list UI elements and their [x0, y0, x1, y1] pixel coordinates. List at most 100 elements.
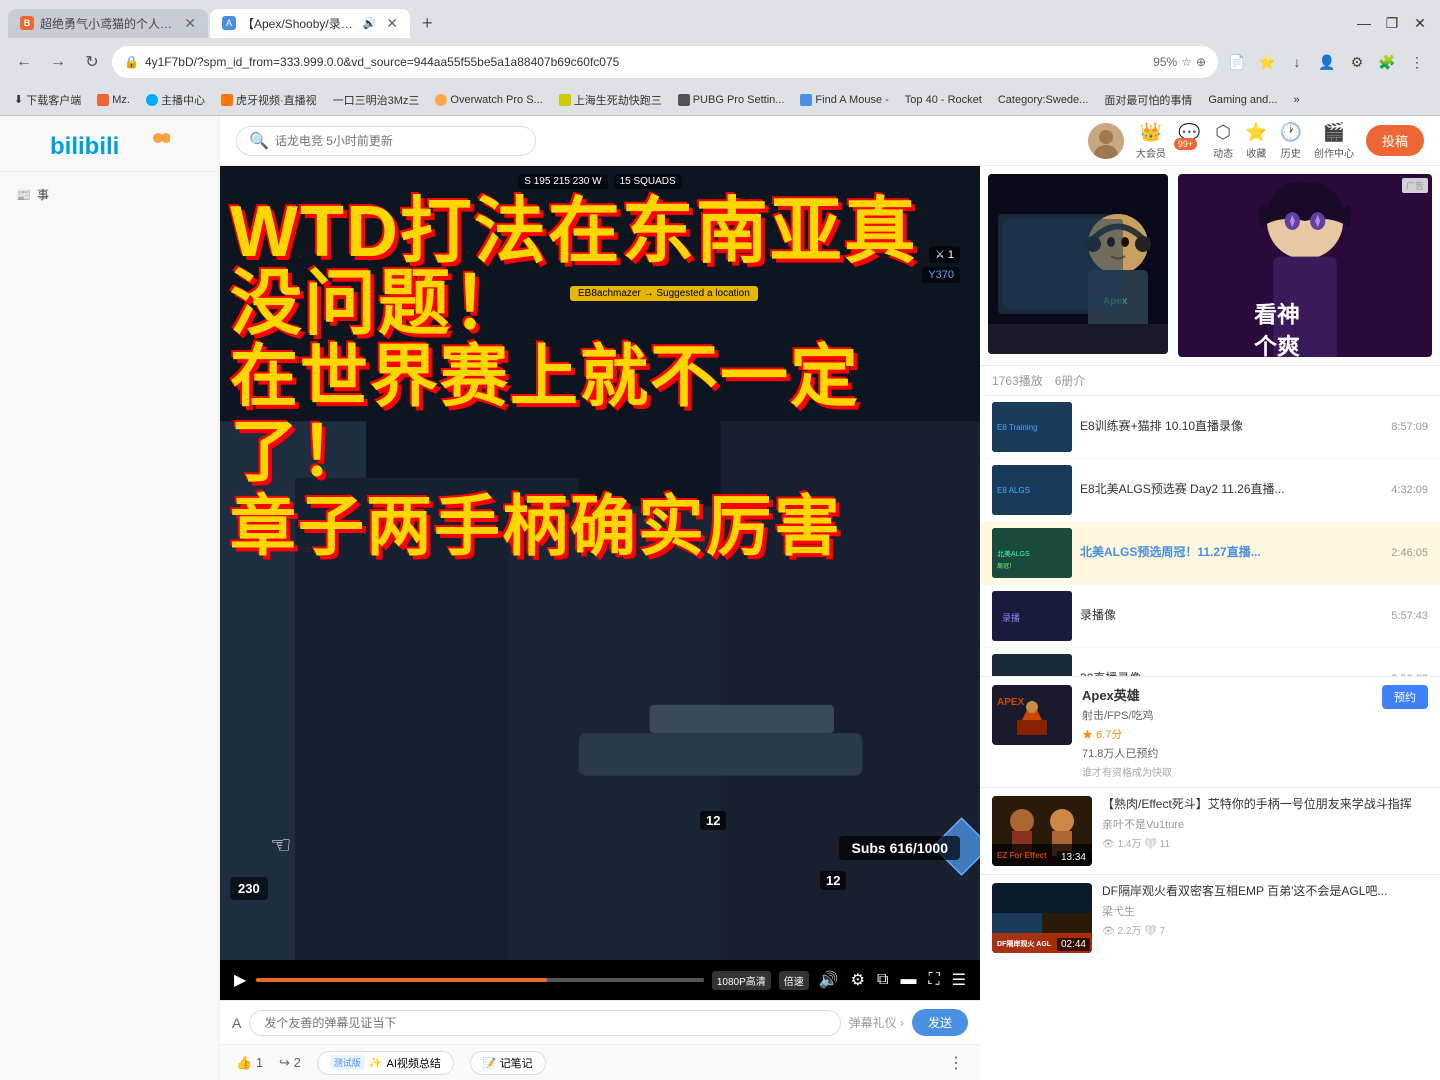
- apex-book-button[interactable]: 预约: [1382, 685, 1428, 709]
- bookmark-pubg[interactable]: PUBG Pro Settin...: [672, 92, 791, 108]
- sidebar-item-news[interactable]: 📰 事: [8, 180, 211, 209]
- settings-button-2[interactable]: ☰: [950, 968, 968, 992]
- bookmark-findmouse[interactable]: Find A Mouse -: [794, 92, 894, 108]
- bookmarks-overflow[interactable]: »: [1287, 92, 1305, 108]
- action-create[interactable]: 🎬 创作中心: [1314, 122, 1354, 160]
- theater-button[interactable]: ▬: [898, 969, 918, 991]
- df-info: DF隔岸观火看双密客互相EMP 百弟'这不会是AGL吧... 梁弋生 👁 2.2…: [1102, 883, 1428, 953]
- playlist-title-1: E8训练赛+猫排 10.10直播录像: [1080, 419, 1383, 435]
- bookmark-scary[interactable]: 面对最可怕的事情: [1098, 90, 1198, 110]
- bookmark-category[interactable]: Category:Swede...: [992, 92, 1095, 108]
- download-client-btn[interactable]: ⬇ 下载客户端: [8, 90, 87, 110]
- tab-close-2[interactable]: ✕: [386, 15, 398, 32]
- speed-badge[interactable]: 倍速: [779, 971, 809, 990]
- new-tab-button[interactable]: +: [412, 9, 443, 38]
- quality-badge[interactable]: 1080P高清: [712, 971, 771, 990]
- tab-close-1[interactable]: ✕: [184, 15, 196, 32]
- more-button[interactable]: ⋮: [948, 1053, 964, 1073]
- send-button[interactable]: 发送: [912, 1009, 968, 1036]
- maximize-button[interactable]: ❐: [1380, 11, 1404, 35]
- bookmark-studio[interactable]: 主播中心: [140, 90, 211, 110]
- bookmark-label-12: Gaming and...: [1208, 94, 1277, 106]
- share-button[interactable]: ↪ 2: [279, 1055, 301, 1071]
- df-author: 梁弋生: [1102, 903, 1428, 919]
- action-history[interactable]: 🕐 历史: [1280, 122, 1302, 160]
- play-button[interactable]: ▶: [232, 968, 248, 992]
- bookmark-icon[interactable]: ☆: [1181, 55, 1192, 69]
- close-button[interactable]: ✕: [1408, 11, 1432, 35]
- playlist-title-2: E8北美ALGS预选赛 Day2 11.26直播...: [1080, 482, 1383, 498]
- bookmark-sandwich[interactable]: 一口三明治3Mz三: [327, 90, 426, 110]
- search-input[interactable]: [275, 134, 523, 148]
- svg-text:周冠！: 周冠！: [997, 563, 1015, 570]
- bookmark-favicon-7: [678, 94, 690, 106]
- playlist-item-5[interactable]: 30直播 30直播录像 8:59:03: [980, 648, 1440, 676]
- translate-icon[interactable]: ⊕: [1196, 55, 1206, 69]
- favorites-icon[interactable]: ⭐: [1254, 49, 1280, 75]
- notes-button[interactable]: 📝 记笔记: [470, 1051, 546, 1075]
- extensions-icon[interactable]: 🧩: [1374, 49, 1400, 75]
- action-messages[interactable]: 💬 99+: [1178, 123, 1201, 158]
- tab-inactive[interactable]: B 超绝勇气小鸢猫的个人空间-超绝勇气小鸢 ✕: [8, 9, 208, 38]
- action-vip[interactable]: 👑 大会员: [1136, 122, 1166, 160]
- back-button[interactable]: ←: [10, 48, 38, 76]
- forward-button[interactable]: →: [44, 48, 72, 76]
- playlist-item-3[interactable]: 北美ALGS周冠！ 北美ALGS预选周冠！11.27直播... 2:46:05: [980, 522, 1440, 585]
- video-controls: ▶ 1080P高清 倍速 🔊 ⚙ ⧉ ▬ ⛶ ☰: [220, 960, 980, 1000]
- text-format-icon[interactable]: A: [232, 1015, 241, 1031]
- effect-author: 亲叶不是Vu1ture: [1102, 816, 1428, 832]
- effect-video-item[interactable]: EZ For Effect 13:34 【熟肉/Effect死斗】艾特你的手柄一…: [980, 787, 1440, 874]
- settings-button[interactable]: ⚙: [849, 968, 867, 992]
- browser-window: B 超绝勇气小鸢猫的个人空间-超绝勇气小鸢 ✕ A 【Apex/Shooby/录…: [0, 0, 1440, 116]
- ai-beta-badge: 测试版: [330, 1055, 365, 1070]
- action-favorites[interactable]: ⭐ 收藏: [1245, 122, 1267, 160]
- download-label: 下载客户端: [26, 92, 81, 108]
- search-box[interactable]: 🔍: [236, 126, 536, 156]
- avatar[interactable]: [1088, 123, 1124, 159]
- profile-icon[interactable]: 👤: [1314, 49, 1340, 75]
- search-icon: 🔍: [249, 131, 269, 151]
- main-content: bilibili 📰 事 🔍: [0, 116, 1440, 1080]
- apex-info: Apex英雄 射击/FPS/吃鸡 ★ 6.7分 71.8万人已预约 谁才有资格成…: [1082, 685, 1372, 779]
- playlist-item-1[interactable]: E8 Training E8训练赛+猫排 10.10直播录像 8:57:09: [980, 396, 1440, 459]
- progress-bar[interactable]: [256, 978, 704, 982]
- bookmark-mz[interactable]: Mz.: [91, 92, 136, 108]
- bookmark-huya[interactable]: 虎牙视频·直播视: [215, 90, 323, 110]
- refresh-button[interactable]: ↻: [78, 48, 106, 76]
- gift-label[interactable]: 弹幕礼仪 ›: [849, 1014, 904, 1031]
- badge: 99+: [1174, 138, 1197, 150]
- dynamic-icon: ⬡: [1215, 122, 1231, 143]
- comment-input[interactable]: [249, 1010, 840, 1036]
- bookmark-label-6: 上海生死劫快跑三: [574, 92, 662, 108]
- minimize-button[interactable]: —: [1352, 11, 1376, 35]
- pdf-icon[interactable]: 📄: [1224, 49, 1250, 75]
- action-dynamic[interactable]: ⬡ 动态: [1213, 122, 1233, 160]
- bookmark-top40[interactable]: Top 40 - Rocket: [899, 92, 988, 108]
- menu-icon[interactable]: ⋮: [1404, 49, 1430, 75]
- settings-icon[interactable]: ⚙: [1344, 49, 1370, 75]
- ai-summary-button[interactable]: 测试版 ✨ AI视频总结: [317, 1051, 454, 1075]
- playlist: E8 Training E8训练赛+猫排 10.10直播录像 8:57:09 E…: [980, 396, 1440, 676]
- volume-button[interactable]: 🔊: [817, 968, 841, 992]
- bookmark-gaming[interactable]: Gaming and...: [1202, 92, 1283, 108]
- playlist-info-3: 北美ALGS预选周冠！11.27直播...: [1080, 545, 1383, 561]
- like-button[interactable]: 👍 1: [236, 1055, 263, 1071]
- fullscreen-button[interactable]: ⛶: [926, 969, 941, 991]
- vote-button[interactable]: 投稿: [1366, 125, 1424, 156]
- playlist-item-2[interactable]: E8 ALGS E8北美ALGS预选赛 Day2 11.26直播... 4:32…: [980, 459, 1440, 522]
- playlist-item-4[interactable]: 录播 录播像 5:57:43: [980, 585, 1440, 648]
- bookmark-shanghai[interactable]: 上海生死劫快跑三: [553, 90, 668, 110]
- title-line1: WTD打法在东南亚真没问题！: [230, 196, 970, 340]
- video-frame[interactable]: EXIT S 195 215 230 W: [220, 166, 980, 960]
- favorites-icon: ⭐: [1245, 122, 1267, 143]
- url-bar[interactable]: 🔒 4y1F7bD/?spm_id_from=333.999.0.0&vd_so…: [112, 46, 1218, 78]
- svg-text:E8 ALGS: E8 ALGS: [997, 486, 1030, 495]
- download-icon[interactable]: ↓: [1284, 49, 1310, 75]
- bookmark-overwatch[interactable]: Overwatch Pro S...: [429, 92, 548, 108]
- tab-active[interactable]: A 【Apex/Shooby/录播】北 🔊 ✕: [210, 9, 410, 38]
- df-time-badge: 02:44: [1057, 938, 1090, 951]
- pip-button[interactable]: ⧉: [875, 969, 890, 991]
- df-video-item[interactable]: DF隔岸观火 AGL 02:44 DF隔岸观火看双密客互相EMP 百弟'这不会是…: [980, 874, 1440, 961]
- playlist-header: 1763播放 6册介: [980, 366, 1440, 396]
- svg-text:北美ALGS: 北美ALGS: [997, 549, 1030, 558]
